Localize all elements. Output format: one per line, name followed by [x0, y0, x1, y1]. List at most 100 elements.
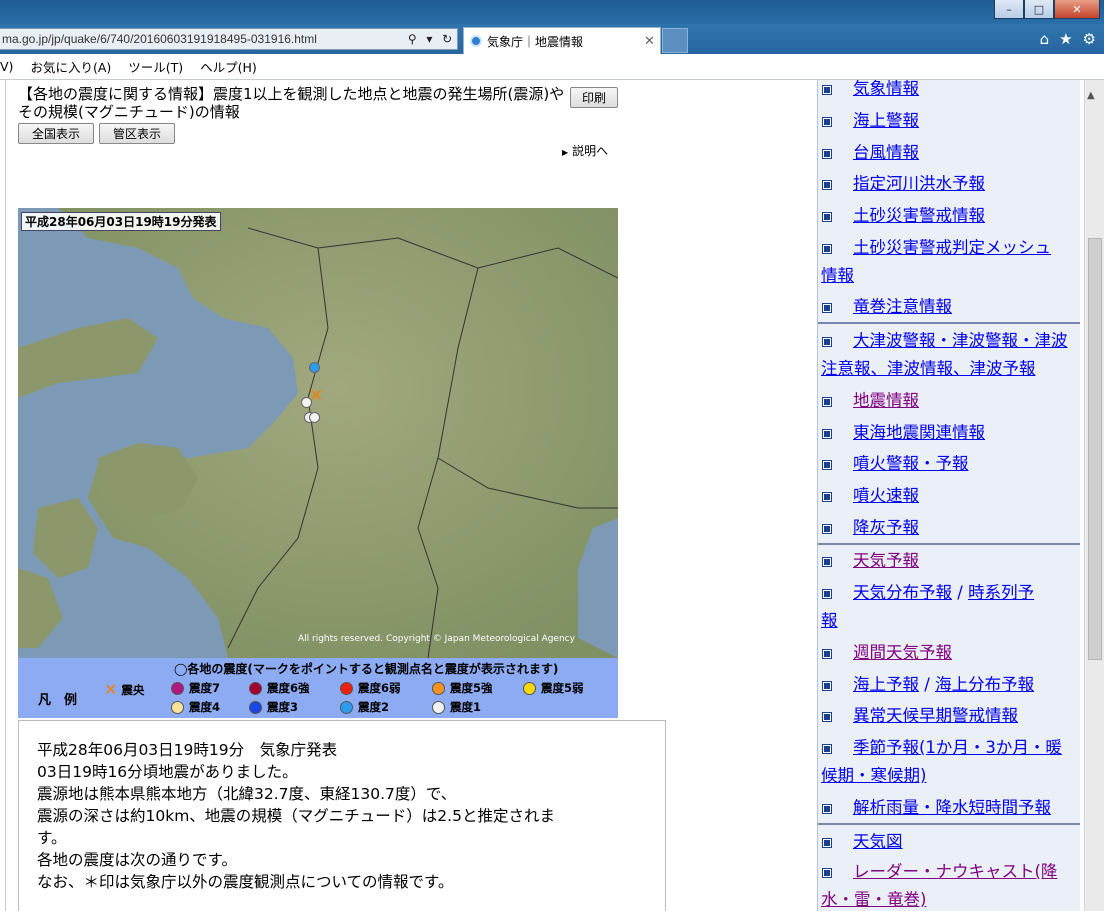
bullet-icon — [822, 243, 832, 254]
address-url[interactable]: ma.go.jp/jp/quake/6/740/2016060319191849… — [2, 32, 403, 46]
sidebar-item-radar-nowcast[interactable]: レーダー・ナウキャスト(降水・雷・竜巻) — [821, 858, 1077, 911]
report-line: 03日19時16分頃地震がありました。 — [37, 763, 298, 781]
search-icon[interactable]: ⚲ — [408, 32, 417, 46]
tab-close-icon[interactable]: ✕ — [644, 34, 660, 49]
sidebar-item-label[interactable]: 解析雨量・降水短時間予報 — [853, 798, 1051, 817]
sidebar-item-label-cont[interactable]: 報 — [821, 611, 838, 630]
sidebar-item-label[interactable]: 地震情報 — [853, 391, 919, 410]
sidebar-item-ashfall[interactable]: 降灰予報 — [821, 514, 1077, 542]
address-bar[interactable]: ma.go.jp/jp/quake/6/740/2016060319191849… — [0, 28, 458, 50]
sidebar-item-label[interactable]: 噴火速報 — [853, 486, 919, 505]
scroll-up-arrow-icon[interactable]: ▲ — [1087, 90, 1095, 101]
bullet-icon — [822, 556, 832, 567]
sidebar-item-rainfall-analysis[interactable]: 解析雨量・降水短時間予報 — [821, 794, 1077, 822]
sidebar-item-label[interactable]: 週間天気予報 — [853, 643, 952, 662]
sidebar-item-weather-info[interactable]: 気象情報 — [821, 80, 1077, 103]
print-button[interactable]: 印刷 — [570, 87, 618, 108]
legend-epicenter: ✕ 震央 — [104, 680, 144, 699]
sidebar-item-label[interactable]: 海上警報 — [853, 111, 919, 130]
legend-epicenter-label: 震央 — [121, 682, 145, 697]
bullet-icon — [822, 867, 832, 878]
report-line: 平成28年06月03日19時19分 気象庁発表 — [37, 741, 338, 759]
sidebar-item-label[interactable]: 土砂災害警戒判定メッシュ — [853, 238, 1051, 257]
sidebar-item-marine-warning[interactable]: 海上警報 — [821, 107, 1077, 135]
legend-item-label: 震度3 — [267, 700, 299, 714]
sidebar-item-label[interactable]: 東海地震関連情報 — [853, 423, 985, 442]
sidebar-item-volcano-warning[interactable]: 噴火警報・予報 — [821, 450, 1077, 478]
scroll-thumb[interactable] — [1088, 238, 1102, 660]
district-view-button[interactable]: 管区表示 — [99, 123, 175, 144]
sidebar-item-label[interactable]: 異常天候早期警戒情報 — [853, 706, 1018, 725]
favorites-star-icon[interactable]: ★ — [1059, 30, 1072, 48]
maximize-button[interactable]: □ — [1024, 0, 1054, 19]
sidebar-item-label[interactable]: レーダー・ナウキャスト(降 — [853, 862, 1057, 881]
sidebar-item-weather-forecast[interactable]: 天気予報 — [821, 547, 1077, 575]
sidebar-item-eruption-flash[interactable]: 噴火速報 — [821, 482, 1077, 510]
refresh-icon[interactable]: ↻ — [442, 32, 452, 46]
menu-help[interactable]: ヘルプ(H) — [200, 57, 257, 76]
sidebar-item-weather-map[interactable]: 天気図 — [821, 828, 1077, 856]
browser-tab[interactable]: 気象庁｜地震情報 ✕ — [463, 27, 661, 54]
menu-favorites[interactable]: お気に入り(A) — [30, 57, 111, 76]
sidebar-item-marine-forecast[interactable]: 海上予報 / 海上分布予報 — [821, 671, 1077, 699]
sidebar-item-label[interactable]: 天気図 — [853, 832, 903, 851]
sidebar-item-landslide-mesh[interactable]: 土砂災害警戒判定メッシュ情報 — [821, 234, 1077, 290]
sidebar-item-label[interactable]: 噴火警報・予報 — [853, 454, 969, 473]
sidebar-item-label[interactable]: 天気予報 — [853, 551, 919, 570]
address-actions: ⚲ ▾ ↻ — [403, 32, 457, 46]
bullet-icon — [822, 523, 832, 534]
sidebar-item-label-cont[interactable]: 情報 — [821, 266, 854, 285]
sidebar-item-label-b[interactable]: 時系列予 — [968, 583, 1034, 602]
sidebar-item-label[interactable]: 海上予報 — [853, 675, 919, 694]
sidebar-item-label[interactable]: 大津波警報・津波警報・津波 — [853, 331, 1068, 350]
legend-item-label: 震度6弱 — [358, 681, 401, 695]
menu-tools[interactable]: ツール(T) — [128, 57, 183, 76]
sidebar-item-earthquake[interactable]: 地震情報 — [821, 387, 1077, 415]
report-line: 震源の深さは約10km、地震の規模（マグニチュード）は2.5と推定されま — [37, 807, 555, 825]
sidebar-item-tornado[interactable]: 竜巻注意情報 — [821, 293, 1077, 321]
sidebar-item-typhoon[interactable]: 台風情報 — [821, 139, 1077, 167]
sidebar-separator — [818, 823, 1080, 825]
sidebar-item-flood-forecast[interactable]: 指定河川洪水予報 — [821, 170, 1077, 198]
menu-bar: V) お気に入り(A) ツール(T) ヘルプ(H) — [0, 54, 1104, 80]
sidebar-item-label[interactable]: 気象情報 — [853, 80, 919, 98]
vertical-scrollbar[interactable]: ▲ — [1084, 80, 1104, 911]
station-marker-intensity-1[interactable] — [309, 412, 320, 423]
station-marker-intensity-1[interactable] — [301, 397, 312, 408]
sidebar-item-label[interactable]: 降灰予報 — [853, 518, 919, 537]
sidebar-item-label[interactable]: 台風情報 — [853, 143, 919, 162]
dropdown-icon[interactable]: ▾ — [426, 32, 432, 46]
sidebar-item-label-cont[interactable]: 水・雷・竜巻) — [821, 890, 926, 909]
menu-view[interactable]: V) — [0, 59, 13, 74]
sidebar-item-label[interactable]: 土砂災害警戒情報 — [853, 206, 985, 225]
explain-link[interactable]: ▶ 説明へ — [562, 142, 608, 159]
sidebar-item-extreme-weather[interactable]: 異常天候早期警戒情報 — [821, 702, 1077, 730]
minimize-button[interactable]: – — [994, 0, 1024, 19]
sidebar-item-label[interactable]: 竜巻注意情報 — [853, 297, 952, 316]
new-tab-button[interactable] — [662, 28, 688, 53]
sidebar-item-label-cont[interactable]: 注意報、津波情報、津波予報 — [821, 359, 1036, 378]
close-window-button[interactable]: ✕ — [1054, 0, 1100, 19]
settings-gear-icon[interactable]: ⚙ — [1083, 30, 1096, 48]
page-content: 【各地の震度に関する情報】震度1以上を観測した地点と地震の発生場所(震源)やその… — [0, 80, 1104, 911]
sidebar-item-label-cont[interactable]: 候期・寒候期) — [821, 766, 926, 785]
sidebar-item-seasonal-forecast[interactable]: 季節予報(1か月・3か月・暖候期・寒候期) — [821, 734, 1077, 790]
sidebar-item-tsunami[interactable]: 大津波警報・津波警報・津波注意報、津波情報、津波予報 — [821, 327, 1077, 383]
sidebar-item-landslide-warning[interactable]: 土砂災害警戒情報 — [821, 202, 1077, 230]
national-view-button[interactable]: 全国表示 — [18, 123, 94, 144]
sidebar-item-distribution-forecast[interactable]: 天気分布予報 / 時系列予報 — [821, 579, 1077, 635]
tab-title: 気象庁｜地震情報 — [487, 34, 584, 49]
bullet-icon — [822, 302, 832, 313]
earthquake-report-text: 平成28年06月03日19時19分 気象庁発表 03日19時16分頃地震がありま… — [18, 720, 666, 911]
legend-dot-icon — [432, 700, 445, 714]
sidebar-item-label[interactable]: 指定河川洪水予報 — [853, 174, 985, 193]
sidebar-separator — [818, 322, 1080, 324]
sidebar-item-label[interactable]: 天気分布予報 — [853, 583, 952, 602]
sidebar-item-label-b[interactable]: 海上分布予報 — [935, 675, 1034, 694]
home-icon[interactable]: ⌂ — [1040, 30, 1050, 48]
legend-item-label: 震度6強 — [267, 681, 310, 695]
station-marker-intensity-2[interactable] — [309, 362, 320, 373]
sidebar-item-tokai[interactable]: 東海地震関連情報 — [821, 419, 1077, 447]
sidebar-item-label[interactable]: 季節予報(1か月・3か月・暖 — [853, 738, 1062, 757]
sidebar-item-weekly-forecast[interactable]: 週間天気予報 — [821, 639, 1077, 667]
